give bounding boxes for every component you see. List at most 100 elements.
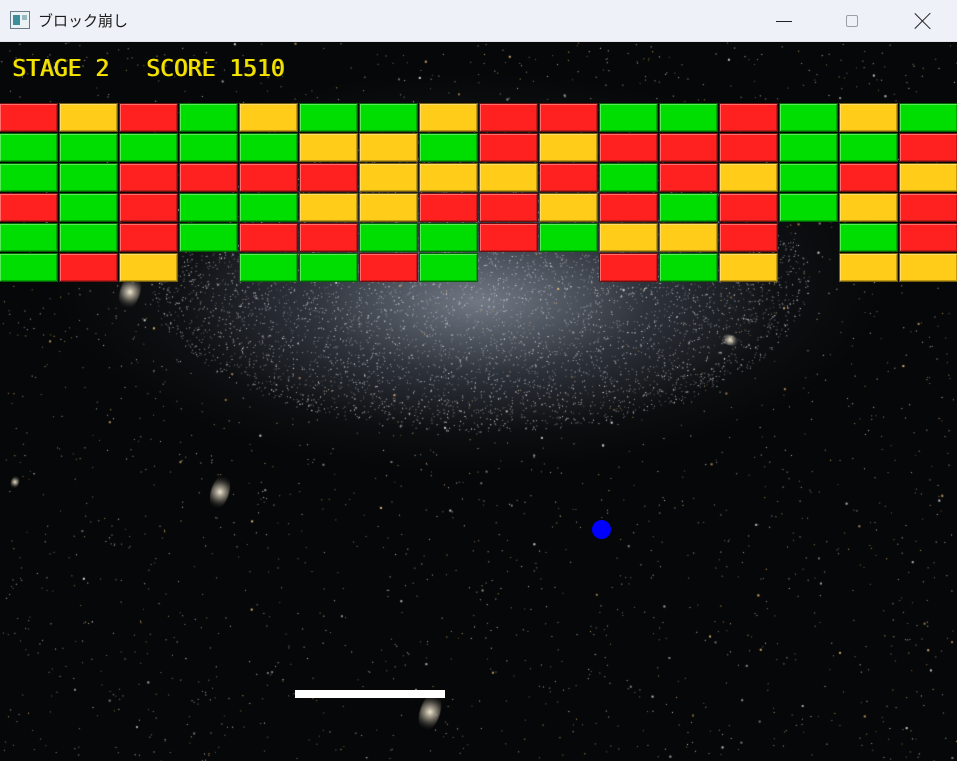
brick [419, 253, 478, 282]
brick [719, 253, 778, 282]
brick [479, 103, 538, 132]
brick [299, 133, 358, 162]
brick [59, 103, 118, 132]
brick [479, 193, 538, 222]
brick [599, 253, 658, 282]
brick [539, 223, 598, 252]
brick [299, 253, 358, 282]
brick [539, 103, 598, 132]
brick [659, 223, 718, 252]
brick [599, 163, 658, 192]
minimize-button[interactable] [750, 0, 818, 42]
brick [419, 223, 478, 252]
score-display: SCORE 1510 [146, 56, 285, 82]
maximize-button[interactable] [818, 0, 886, 42]
brick [599, 193, 658, 222]
brick [59, 133, 118, 162]
brick [659, 103, 718, 132]
brick [0, 163, 58, 192]
brick [719, 103, 778, 132]
brick [659, 133, 718, 162]
brick [899, 163, 957, 192]
brick [179, 103, 238, 132]
app-icon [10, 11, 30, 29]
brick [599, 223, 658, 252]
title-bar: ブロック崩し [0, 0, 957, 42]
brick [359, 133, 418, 162]
brick [659, 193, 718, 222]
brick [899, 133, 957, 162]
close-icon [914, 12, 932, 30]
brick [0, 193, 58, 222]
brick [779, 133, 838, 162]
brick [539, 163, 598, 192]
brick [479, 223, 538, 252]
brick [839, 163, 898, 192]
window-title: ブロック崩し [38, 12, 129, 30]
brick [119, 253, 178, 282]
brick [299, 103, 358, 132]
brick [779, 163, 838, 192]
brick [239, 103, 298, 132]
brick [239, 253, 298, 282]
brick [599, 103, 658, 132]
brick [479, 133, 538, 162]
brick [359, 103, 418, 132]
brick [779, 193, 838, 222]
brick [899, 103, 957, 132]
brick [719, 163, 778, 192]
close-button[interactable] [889, 0, 957, 42]
paddle[interactable] [295, 690, 445, 698]
ball [592, 520, 611, 539]
brick [659, 253, 718, 282]
brick [0, 133, 58, 162]
brick [359, 253, 418, 282]
brick [59, 193, 118, 222]
brick [839, 253, 898, 282]
brick [119, 103, 178, 132]
maximize-icon [846, 15, 858, 27]
brick [239, 223, 298, 252]
brick [359, 193, 418, 222]
brick [179, 133, 238, 162]
brick [839, 193, 898, 222]
brick [719, 193, 778, 222]
brick [839, 223, 898, 252]
brick [179, 193, 238, 222]
brick [539, 133, 598, 162]
brick [59, 223, 118, 252]
brick [539, 193, 598, 222]
brick [899, 223, 957, 252]
brick [119, 133, 178, 162]
brick [419, 193, 478, 222]
brick [299, 193, 358, 222]
brick [59, 253, 118, 282]
brick [239, 163, 298, 192]
brick [0, 253, 58, 282]
brick [899, 253, 957, 282]
brick [659, 163, 718, 192]
brick [119, 223, 178, 252]
brick [419, 163, 478, 192]
brick [119, 163, 178, 192]
brick [719, 133, 778, 162]
brick [299, 223, 358, 252]
brick [479, 163, 538, 192]
brick [419, 103, 478, 132]
brick [179, 163, 238, 192]
brick [779, 103, 838, 132]
brick [359, 223, 418, 252]
brick [119, 193, 178, 222]
brick [359, 163, 418, 192]
brick [59, 163, 118, 192]
brick [839, 133, 898, 162]
brick [0, 103, 58, 132]
brick [299, 163, 358, 192]
brick [719, 223, 778, 252]
brick [419, 133, 478, 162]
game-playfield[interactable]: STAGE 2 SCORE 1510 [0, 42, 957, 761]
brick [839, 103, 898, 132]
brick [239, 193, 298, 222]
brick [179, 223, 238, 252]
brick [899, 193, 957, 222]
